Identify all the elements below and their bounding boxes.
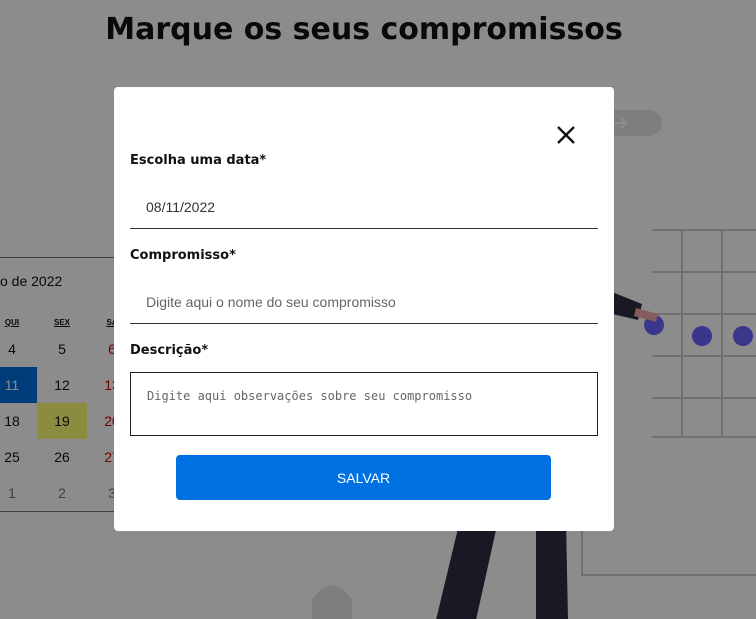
save-button[interactable]: SALVAR bbox=[176, 455, 551, 500]
close-button[interactable] bbox=[552, 121, 580, 149]
description-textarea[interactable] bbox=[130, 372, 598, 436]
appointment-input[interactable] bbox=[130, 280, 598, 324]
appointment-label: Compromisso* bbox=[130, 248, 236, 263]
description-label: Descrição* bbox=[130, 343, 209, 358]
date-label: Escolha uma data* bbox=[130, 153, 267, 168]
appointment-modal: Escolha uma data* Compromisso* Descrição… bbox=[114, 87, 614, 531]
close-icon bbox=[557, 126, 575, 144]
date-input[interactable] bbox=[130, 185, 598, 229]
